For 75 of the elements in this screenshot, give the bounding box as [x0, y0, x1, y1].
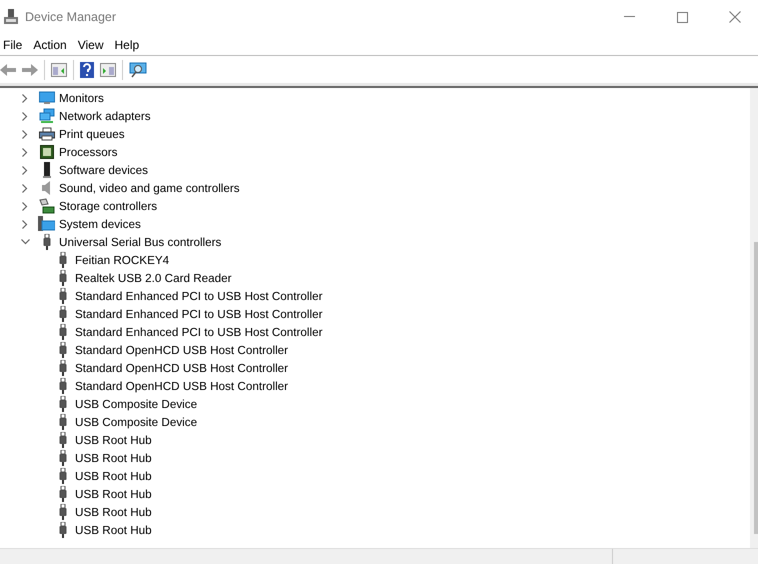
tree-item[interactable]: Sound, video and game controllers — [59, 182, 240, 194]
close-icon[interactable] — [729, 11, 741, 23]
tree-item[interactable]: Standard OpenHCD USB Host Controller — [75, 344, 288, 356]
tree-item[interactable]: USB Root Hub — [75, 434, 152, 446]
tree-item[interactable]: Standard Enhanced PCI to USB Host Controller — [75, 290, 323, 302]
app-icon — [4, 9, 18, 25]
chevron-right-icon[interactable] — [22, 220, 28, 228]
usb-plug-icon — [58, 378, 66, 394]
menu-item[interactable]: Help — [110, 38, 146, 52]
tree-item[interactable]: USB Root Hub — [75, 452, 152, 464]
usb-plug-icon — [42, 234, 50, 250]
menu-item[interactable]: Action — [29, 38, 74, 52]
tree-item[interactable]: System devices — [59, 218, 141, 230]
usb-plug-icon — [58, 324, 66, 340]
scrollbar[interactable] — [750, 88, 758, 548]
maximize-icon[interactable] — [676, 12, 688, 22]
usb-plug-icon — [58, 504, 66, 520]
usb-plug-icon — [58, 360, 66, 376]
tree-item[interactable]: Realtek USB 2.0 Card Reader — [75, 272, 232, 284]
usb-plug-icon — [58, 522, 66, 538]
usb-plug-icon — [58, 486, 66, 502]
chevron-right-icon[interactable] — [22, 94, 28, 102]
computer-icon — [38, 216, 55, 232]
usb-plug-icon — [58, 270, 66, 286]
processor-icon — [40, 145, 54, 159]
tree-item[interactable]: USB Root Hub — [75, 524, 152, 536]
chevron-right-icon[interactable] — [22, 148, 28, 156]
tree-item[interactable]: Feitian ROCKEY4 — [75, 254, 170, 266]
tree-item[interactable]: Print queues — [59, 128, 125, 140]
chevron-right-icon[interactable] — [22, 202, 28, 210]
panel-icon[interactable] — [51, 62, 67, 76]
panel-icon[interactable] — [100, 62, 116, 76]
usb-plug-icon — [58, 414, 66, 430]
chevron-right-icon[interactable] — [22, 166, 28, 174]
minimize-icon[interactable] — [624, 16, 634, 18]
tree-item[interactable]: Monitors — [59, 92, 104, 104]
window-title: Device Manager — [25, 10, 118, 24]
printer-icon — [38, 127, 54, 141]
tree-item[interactable]: USB Root Hub — [75, 488, 152, 500]
device-tower-icon — [42, 162, 50, 178]
chevron-right-icon[interactable] — [22, 184, 28, 192]
forward-arrow-icon[interactable] — [22, 62, 38, 76]
tree-item[interactable]: Standard Enhanced PCI to USB Host Controller — [75, 308, 323, 320]
menu-item[interactable]: File — [0, 38, 30, 52]
tree-item[interactable]: Storage controllers — [59, 200, 158, 212]
storage-icon — [38, 198, 54, 214]
tree-item[interactable]: Network adapters — [59, 110, 151, 122]
usb-plug-icon — [58, 468, 66, 484]
menu-item[interactable]: View — [74, 38, 110, 52]
usb-plug-icon — [58, 342, 66, 358]
tree-item[interactable]: Standard Enhanced PCI to USB Host Controller — [75, 326, 323, 338]
tree-item[interactable]: USB Composite Device — [75, 416, 198, 428]
tree-item[interactable]: USB Root Hub — [75, 506, 152, 518]
tree-item[interactable]: Universal Serial Bus controllers — [59, 236, 222, 248]
usb-plug-icon — [58, 288, 66, 304]
tree-item[interactable]: USB Root Hub — [75, 470, 152, 482]
chevron-right-icon[interactable] — [22, 112, 28, 120]
monitor-icon — [38, 91, 54, 105]
tree-item[interactable]: Standard OpenHCD USB Host Controller — [75, 380, 288, 392]
tree-item[interactable]: Processors — [59, 146, 118, 158]
chevron-down-icon[interactable] — [20, 239, 30, 245]
usb-plug-icon — [58, 252, 66, 268]
monitor-scan-icon[interactable] — [129, 62, 147, 78]
tree-item[interactable]: USB Composite Device — [75, 398, 198, 410]
usb-plug-icon — [58, 306, 66, 322]
usb-plug-icon — [58, 432, 66, 448]
usb-plug-icon — [58, 450, 66, 466]
tree-item[interactable]: Standard OpenHCD USB Host Controller — [75, 362, 288, 374]
speaker-icon — [42, 181, 52, 195]
tree-item[interactable]: Software devices — [59, 164, 148, 176]
back-arrow-icon[interactable] — [0, 62, 16, 76]
help-icon[interactable] — [80, 62, 94, 78]
chevron-right-icon[interactable] — [22, 130, 28, 138]
usb-plug-icon — [58, 396, 66, 412]
network-icon — [38, 108, 54, 124]
